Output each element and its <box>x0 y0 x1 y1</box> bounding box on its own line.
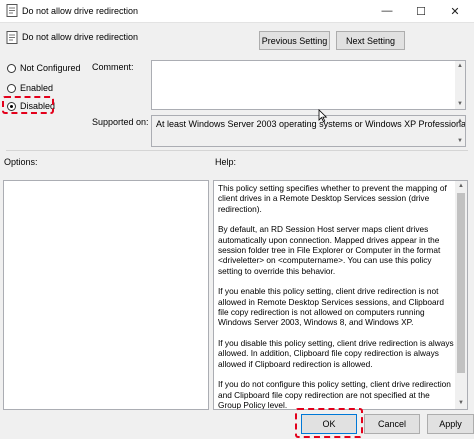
disabled-annotation-highlight <box>2 96 54 114</box>
help-panel[interactable]: This policy setting specifies whether to… <box>213 180 468 410</box>
enabled-radio[interactable]: Enabled <box>7 82 53 94</box>
scroll-up-icon[interactable]: ▲ <box>457 182 465 190</box>
apply-button[interactable]: Apply <box>427 414 474 434</box>
radio-indicator <box>7 83 16 93</box>
mouse-cursor-icon <box>318 109 328 123</box>
window-title: Do not allow drive redirection <box>22 6 139 16</box>
comment-textarea[interactable] <box>151 60 466 110</box>
previous-setting-button[interactable]: Previous Setting <box>259 31 330 50</box>
radio-indicator <box>7 63 16 73</box>
help-paragraph: If you disable this policy setting, clie… <box>218 337 454 369</box>
maximize-button[interactable]: ☐ <box>404 0 438 22</box>
supported-on-value: At least Windows Server 2003 operating s… <box>151 115 466 147</box>
help-scrollbar[interactable]: ▲ ▼ <box>455 181 467 409</box>
help-paragraph: If you enable this policy setting, clien… <box>218 286 444 328</box>
cancel-button[interactable]: Cancel <box>364 414 420 434</box>
enabled-label: Enabled <box>20 83 54 93</box>
not-configured-radio[interactable]: Not Configured <box>7 62 81 74</box>
help-text: This policy setting specifies whether to… <box>218 183 455 410</box>
scroll-up-icon[interactable]: ▲ <box>456 117 464 125</box>
scroll-up-icon[interactable]: ▲ <box>456 62 464 70</box>
help-paragraph: By default, an RD Session Host server ma… <box>218 224 441 276</box>
ok-button[interactable]: OK <box>301 414 357 434</box>
minimize-button[interactable]: — <box>370 0 404 22</box>
help-label: Help: <box>215 157 237 167</box>
help-paragraph: This policy setting specifies whether to… <box>218 183 447 214</box>
scroll-down-icon[interactable]: ▼ <box>456 137 464 145</box>
supported-scrollbar[interactable]: ▲ ▼ <box>455 116 465 146</box>
comment-label: Comment: <box>92 62 134 72</box>
divider <box>6 150 468 151</box>
policy-setting-icon <box>6 31 18 44</box>
supported-on-label: Supported on: <box>92 117 149 127</box>
setting-title: Do not allow drive redirection <box>22 32 139 42</box>
options-label: Options: <box>4 157 38 167</box>
next-setting-button[interactable]: Next Setting <box>336 31 405 50</box>
scroll-down-icon[interactable]: ▼ <box>457 399 465 407</box>
close-button[interactable]: ✕ <box>438 0 472 22</box>
scrollbar-thumb[interactable] <box>457 193 465 373</box>
options-panel <box>3 180 209 410</box>
help-paragraph: If you do not configure this policy sett… <box>218 379 451 410</box>
not-configured-label: Not Configured <box>20 63 81 73</box>
comment-scrollbar[interactable]: ▲ ▼ <box>455 61 465 109</box>
scroll-down-icon[interactable]: ▼ <box>456 100 464 108</box>
policy-document-icon <box>6 4 18 17</box>
